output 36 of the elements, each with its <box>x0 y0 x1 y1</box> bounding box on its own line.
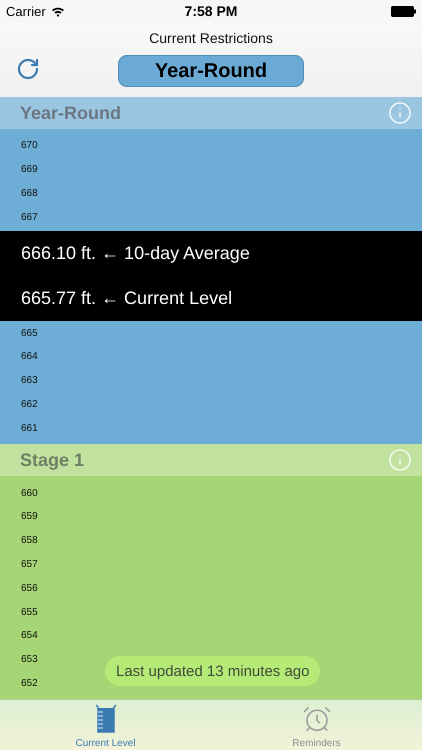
refresh-icon[interactable] <box>16 57 40 81</box>
level-reading: 666.10 ft. ← 10-day Average <box>20 242 251 266</box>
tab-item[interactable]: Current Level <box>0 700 211 750</box>
level-label: 652 <box>21 678 38 689</box>
wifi-icon <box>50 6 65 16</box>
level-label: 664 <box>21 351 38 362</box>
level-label: 665 <box>21 328 38 339</box>
level-label: 667 <box>21 212 38 223</box>
info-icon[interactable] <box>388 101 412 125</box>
level-label: 656 <box>21 582 38 594</box>
level-label: 657 <box>21 558 38 570</box>
level-label: 655 <box>21 606 38 618</box>
level-label: 663 <box>21 375 38 386</box>
level-label: 661 <box>21 422 38 434</box>
level-label: 668 <box>21 188 38 199</box>
level-label: 660 <box>21 488 38 499</box>
beaker-icon <box>94 704 118 734</box>
carrier-label: Carrier <box>6 4 46 18</box>
level-label: 662 <box>21 398 38 410</box>
level-reading: 665.77 ft. ← Current Level <box>20 287 234 310</box>
level-label: 658 <box>21 535 38 546</box>
restriction-button[interactable]: Year-Round <box>118 55 304 87</box>
alarm-clock-icon <box>302 704 332 734</box>
level-label: 654 <box>21 630 38 642</box>
level-label: 653 <box>21 654 38 666</box>
nav-title: Current Restrictions <box>149 30 273 46</box>
section-title: Stage 1 <box>20 450 84 471</box>
clock-time: 7:58 PM <box>184 3 238 19</box>
level-label: 669 <box>21 164 38 176</box>
battery-icon <box>391 6 416 16</box>
update-toast: Last updated 13 minutes ago <box>105 656 320 686</box>
section-title: Year-Round <box>20 102 122 124</box>
tab-item[interactable]: Reminders <box>211 700 422 750</box>
level-label: 659 <box>21 511 38 522</box>
level-label: 670 <box>21 140 38 152</box>
info-icon[interactable] <box>388 448 412 472</box>
